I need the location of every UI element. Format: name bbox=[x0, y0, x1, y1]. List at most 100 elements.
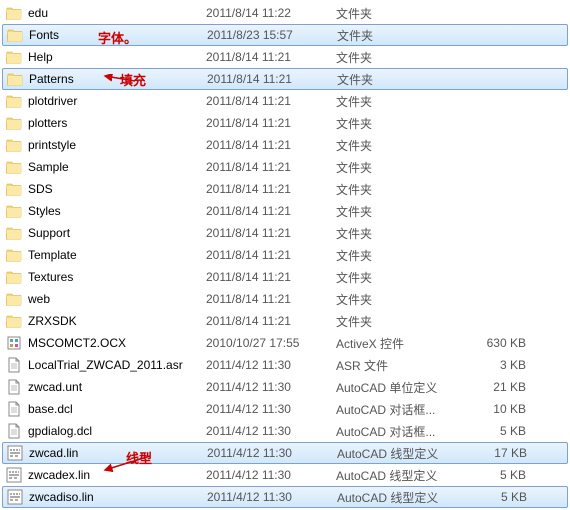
file-date: 2011/8/14 11:21 bbox=[207, 72, 337, 86]
file-row[interactable]: zwcadex.lin2011/4/12 11:30AutoCAD 线型定义5 … bbox=[2, 464, 568, 486]
file-name: plotdriver bbox=[28, 94, 77, 108]
file-type: 文件夹 bbox=[337, 71, 467, 88]
file-date: 2011/8/14 11:21 bbox=[206, 116, 336, 130]
file-date: 2011/8/14 11:21 bbox=[206, 314, 336, 328]
file-name: Textures bbox=[28, 270, 73, 284]
folder-icon bbox=[6, 115, 22, 131]
file-type: 文件夹 bbox=[337, 27, 467, 44]
file-row[interactable]: printstyle2011/8/14 11:21文件夹 bbox=[2, 134, 568, 156]
file-date: 2011/8/14 11:21 bbox=[206, 50, 336, 64]
file-row[interactable]: plotdriver2011/8/14 11:21文件夹 bbox=[2, 90, 568, 112]
file-type: AutoCAD 单位定义 bbox=[336, 379, 466, 396]
file-date: 2011/4/12 11:30 bbox=[206, 402, 336, 416]
file-row[interactable]: Fonts2011/8/23 15:57文件夹 bbox=[2, 24, 568, 46]
file-type: ActiveX 控件 bbox=[336, 335, 466, 352]
file-date: 2011/8/14 11:21 bbox=[206, 182, 336, 196]
folder-icon bbox=[6, 93, 22, 109]
file-name: zwcadiso.lin bbox=[29, 490, 94, 504]
folder-icon bbox=[6, 181, 22, 197]
file-name: SDS bbox=[28, 182, 53, 196]
file-name: web bbox=[28, 292, 50, 306]
file-row[interactable]: base.dcl 2011/4/12 11:30AutoCAD 对话框...10 … bbox=[2, 398, 568, 420]
file-row[interactable]: zwcad.unt2011/4/12 11:30AutoCAD 单位定义21 K… bbox=[2, 376, 568, 398]
file-row[interactable]: Textures 2011/8/14 11:21文件夹 bbox=[2, 266, 568, 288]
file-size: 17 KB bbox=[467, 446, 527, 460]
file-date: 2011/4/12 11:30 bbox=[206, 424, 336, 438]
file-name: base.dcl bbox=[28, 402, 73, 416]
file-type: 文件夹 bbox=[336, 203, 466, 220]
file-date: 2011/8/14 11:21 bbox=[206, 138, 336, 152]
file-row[interactable]: web2011/8/14 11:21文件夹 bbox=[2, 288, 568, 310]
file-name: Styles bbox=[28, 204, 61, 218]
file-row[interactable]: Styles 2011/8/14 11:21文件夹 bbox=[2, 200, 568, 222]
folder-icon bbox=[6, 49, 22, 65]
file-row[interactable]: Support2011/8/14 11:21文件夹 bbox=[2, 222, 568, 244]
file-row[interactable]: plotters 2011/8/14 11:21文件夹 bbox=[2, 112, 568, 134]
file-row[interactable]: LocalTrial_ZWCAD_2011.asr 2011/4/12 11:30… bbox=[2, 354, 568, 376]
file-size: 3 KB bbox=[466, 358, 526, 372]
folder-icon bbox=[6, 269, 22, 285]
file-type: 文件夹 bbox=[336, 269, 466, 286]
file-size: 5 KB bbox=[466, 468, 526, 482]
file-type: 文件夹 bbox=[336, 181, 466, 198]
file-date: 2011/8/14 11:21 bbox=[206, 292, 336, 306]
folder-icon bbox=[7, 27, 23, 43]
file-name: edu bbox=[28, 6, 48, 20]
file-row[interactable]: edu 2011/8/14 11:22文件夹 bbox=[2, 2, 568, 24]
file-name: Help bbox=[28, 50, 53, 64]
file-type: AutoCAD 线型定义 bbox=[337, 445, 467, 462]
file-name: Template bbox=[28, 248, 77, 262]
file-type: 文件夹 bbox=[336, 225, 466, 242]
file-date: 2011/8/14 11:22 bbox=[206, 6, 336, 20]
folder-icon bbox=[7, 71, 23, 87]
file-name: MSCOMCT2.OCX bbox=[28, 336, 126, 350]
file-type: 文件夹 bbox=[336, 159, 466, 176]
file-type: AutoCAD 对话框... bbox=[336, 401, 466, 418]
file-type: 文件夹 bbox=[336, 5, 466, 22]
file-date: 2011/8/14 11:21 bbox=[206, 204, 336, 218]
folder-icon bbox=[6, 137, 22, 153]
file-icon bbox=[6, 401, 22, 417]
file-size: 5 KB bbox=[467, 490, 527, 504]
file-date: 2011/8/14 11:21 bbox=[206, 160, 336, 174]
file-row[interactable]: ZRXSDK2011/8/14 11:21文件夹 bbox=[2, 310, 568, 332]
folder-icon bbox=[6, 291, 22, 307]
file-name: Fonts bbox=[29, 28, 59, 42]
file-size: 630 KB bbox=[466, 336, 526, 350]
file-name: Patterns bbox=[29, 72, 74, 86]
file-icon bbox=[7, 489, 23, 505]
file-date: 2011/8/14 11:21 bbox=[206, 270, 336, 284]
file-row[interactable]: Help 2011/8/14 11:21文件夹 bbox=[2, 46, 568, 68]
file-date: 2010/10/27 17:55 bbox=[206, 336, 336, 350]
file-name: zwcadex.lin bbox=[28, 468, 90, 482]
file-row[interactable]: Patterns 2011/8/14 11:21文件夹 bbox=[2, 68, 568, 90]
file-row[interactable]: MSCOMCT2.OCX 2010/10/27 17:55ActiveX 控件63… bbox=[2, 332, 568, 354]
file-type: 文件夹 bbox=[336, 115, 466, 132]
file-name: LocalTrial_ZWCAD_2011.asr bbox=[28, 358, 183, 372]
file-row[interactable]: gpdialog.dcl2011/4/12 11:30AutoCAD 对话框..… bbox=[2, 420, 568, 442]
file-name: plotters bbox=[28, 116, 67, 130]
file-date: 2011/8/14 11:21 bbox=[206, 94, 336, 108]
file-date: 2011/4/12 11:30 bbox=[206, 358, 336, 372]
file-size: 10 KB bbox=[466, 402, 526, 416]
file-row[interactable]: zwcad.lin2011/4/12 11:30AutoCAD 线型定义17 K… bbox=[2, 442, 568, 464]
file-type: AutoCAD 对话框... bbox=[336, 423, 466, 440]
file-name: zwcad.unt bbox=[28, 380, 82, 394]
file-row[interactable]: Sample2011/8/14 11:21文件夹 bbox=[2, 156, 568, 178]
file-row[interactable]: zwcadiso.lin2011/4/12 11:30AutoCAD 线型定义5… bbox=[2, 486, 568, 508]
file-icon bbox=[6, 423, 22, 439]
file-size: 5 KB bbox=[466, 424, 526, 438]
folder-icon bbox=[6, 159, 22, 175]
file-row[interactable]: Template 2011/8/14 11:21文件夹 bbox=[2, 244, 568, 266]
file-name: Support bbox=[28, 226, 70, 240]
file-icon bbox=[6, 335, 22, 351]
file-type: 文件夹 bbox=[336, 49, 466, 66]
file-list[interactable]: edu2011/8/14 11:22文件夹Fonts2011/8/23 15:5… bbox=[0, 0, 570, 510]
folder-icon bbox=[6, 203, 22, 219]
file-date: 2011/4/12 11:30 bbox=[206, 468, 336, 482]
folder-icon bbox=[6, 225, 22, 241]
file-type: 文件夹 bbox=[336, 247, 466, 264]
file-row[interactable]: SDS 2011/8/14 11:21文件夹 bbox=[2, 178, 568, 200]
file-date: 2011/8/14 11:21 bbox=[206, 248, 336, 262]
file-date: 2011/4/12 11:30 bbox=[206, 380, 336, 394]
